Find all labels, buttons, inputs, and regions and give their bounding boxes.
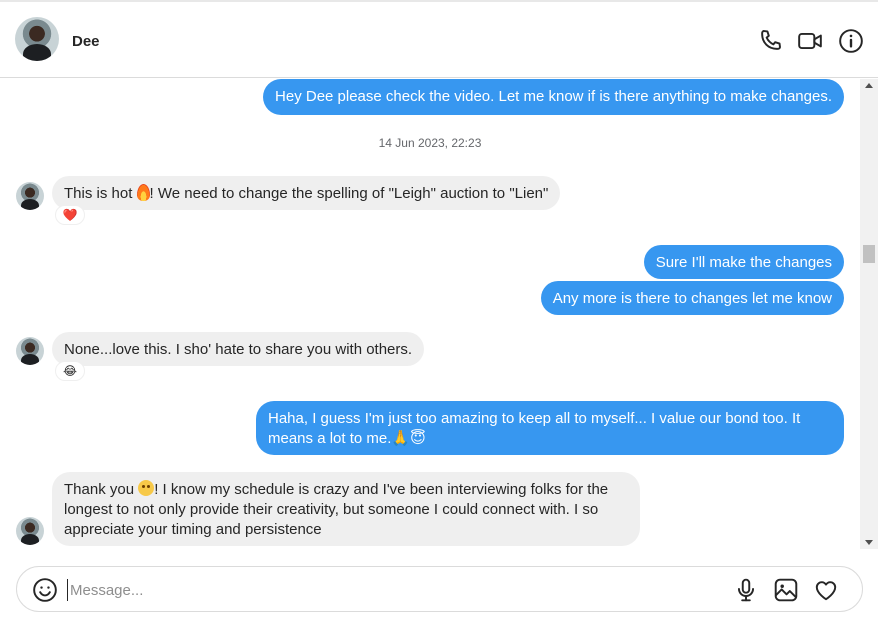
- message-incoming[interactable]: Thank you ! I know my schedule is crazy …: [52, 472, 640, 546]
- timestamp: 14 Jun 2023, 22:23: [378, 136, 482, 150]
- message-outgoing[interactable]: Any more is there to changes let me know: [540, 281, 844, 315]
- message-text: Hey Dee please check the video. Let me k…: [275, 88, 832, 105]
- message-outgoing[interactable]: Sure I'll make the changes: [643, 245, 844, 279]
- thread-scrollbar[interactable]: [860, 79, 878, 549]
- message-text: None...love this. I sho' hate to share y…: [64, 341, 413, 358]
- contact-name[interactable]: Dee: [72, 33, 100, 50]
- contact-avatar-small[interactable]: [16, 182, 44, 210]
- video-call-icon[interactable]: [797, 28, 823, 54]
- message-text: Any more is there to changes let me know: [552, 290, 832, 307]
- message-text: ! We need to change the spelling of "Lei…: [149, 185, 549, 202]
- contact-avatar[interactable]: [15, 17, 59, 61]
- message-text: Sure I'll make the changes: [655, 254, 832, 271]
- scroll-down-arrow-icon[interactable]: [865, 540, 873, 545]
- message-reaction[interactable]: ❤️: [55, 205, 85, 225]
- page-gutter: [878, 0, 896, 624]
- message-outgoing[interactable]: Haha, I guess I'm just too amazing to ke…: [256, 401, 844, 455]
- message-thread[interactable]: Hey Dee please check the video. Let me k…: [0, 79, 860, 549]
- chat-header: Dee: [0, 2, 878, 78]
- message-incoming[interactable]: This is hot ! We need to change the spel…: [52, 176, 561, 210]
- message-text: Haha, I guess I'm just too amazing to ke…: [268, 410, 801, 447]
- reaction-laugh: 😂: [62, 364, 78, 378]
- emoji-icon[interactable]: [32, 577, 58, 603]
- message-input[interactable]: [67, 579, 707, 601]
- phone-icon[interactable]: [757, 28, 783, 54]
- info-icon[interactable]: [838, 28, 864, 54]
- smile-emoji-icon: [138, 480, 155, 496]
- message-text: This is hot: [64, 185, 137, 202]
- message-outgoing[interactable]: Hey Dee please check the video. Let me k…: [263, 79, 844, 115]
- image-icon[interactable]: [773, 577, 799, 603]
- heart-icon[interactable]: [813, 577, 839, 603]
- microphone-icon[interactable]: [733, 577, 759, 603]
- message-composer: [16, 566, 863, 612]
- scroll-thumb[interactable]: [863, 245, 875, 263]
- reaction-heart: ❤️: [62, 208, 78, 222]
- contact-avatar-small[interactable]: [16, 337, 44, 365]
- message-reaction[interactable]: 😂: [55, 361, 85, 381]
- scroll-up-arrow-icon[interactable]: [865, 83, 873, 88]
- fire-emoji-icon: [136, 184, 150, 201]
- message-text: Thank you: [64, 481, 139, 498]
- message-incoming[interactable]: None...love this. I sho' hate to share y…: [52, 332, 425, 366]
- contact-avatar-small[interactable]: [16, 517, 44, 545]
